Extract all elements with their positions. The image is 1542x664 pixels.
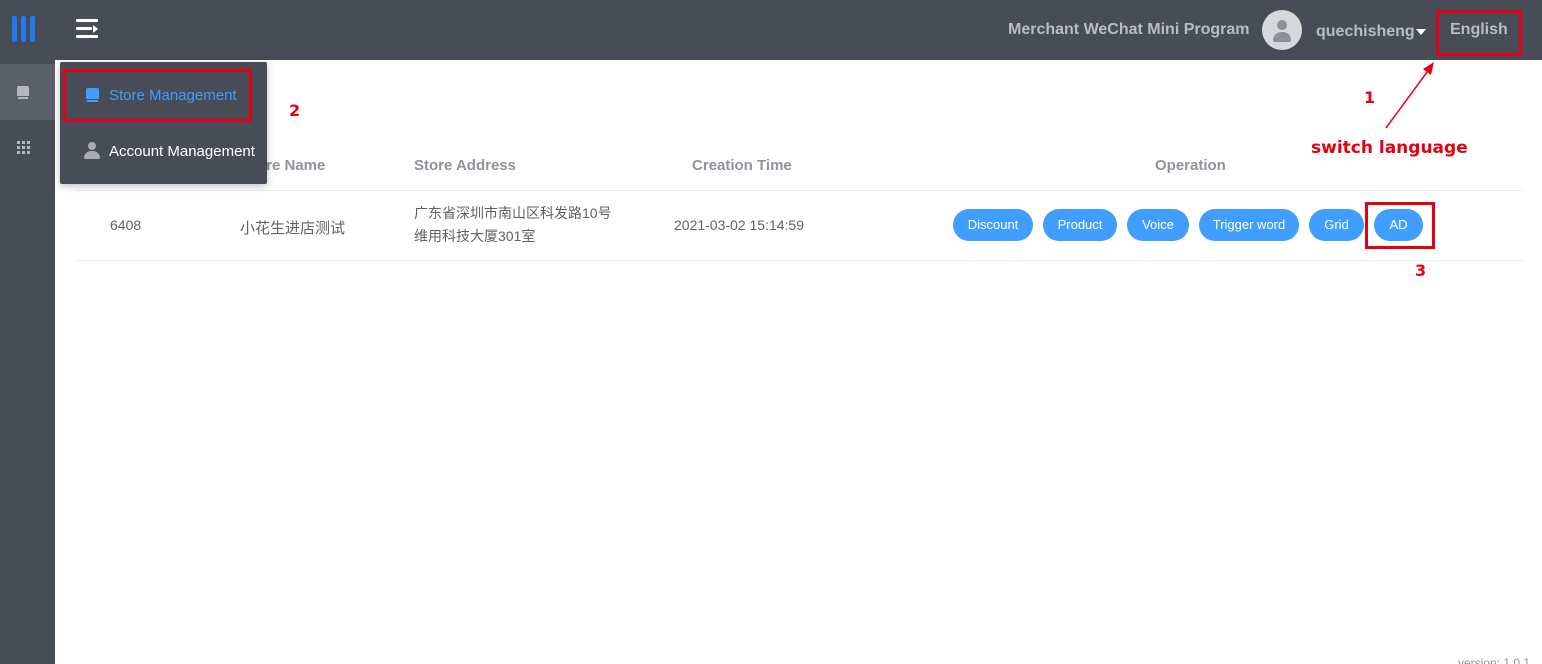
user-icon [84, 142, 100, 160]
annotation-step-3: 3 [1415, 261, 1427, 280]
annotation-box-ad [1365, 202, 1435, 249]
store-icon [17, 86, 29, 99]
annotation-box-store-management [63, 69, 252, 122]
store-address-line1: 广东省深圳市南山区科发路10号 [414, 205, 612, 221]
menu-item-label: Account Management [109, 143, 255, 160]
voice-button[interactable]: Voice [1127, 209, 1189, 241]
logo-icon [12, 16, 36, 42]
store-address-line2: 维用科技大厦301室 [414, 228, 536, 244]
column-header-store-address: Store Address [414, 157, 516, 174]
header-divider [75, 190, 1525, 191]
discount-button[interactable]: Discount [953, 209, 1033, 241]
sidebar-item-apps[interactable] [0, 120, 55, 176]
grid-icon [17, 141, 30, 154]
column-header-creation-time: Creation Time [692, 157, 792, 174]
avatar[interactable] [1262, 10, 1302, 50]
caret-down-icon[interactable] [1416, 29, 1426, 35]
annotation-step-1: 1 [1364, 88, 1376, 107]
app-title: Merchant WeChat Mini Program [1008, 21, 1250, 38]
trigger-word-button[interactable]: Trigger word [1199, 209, 1299, 241]
column-header-operation: Operation [1155, 157, 1226, 174]
column-header-store-name: ore Name [257, 157, 326, 174]
top-header: Merchant WeChat Mini Program quechisheng… [0, 0, 1542, 60]
username-dropdown[interactable]: quechisheng [1316, 23, 1415, 41]
creation-time: 2021-03-02 15:14:59 [674, 217, 804, 233]
store-name: 小花生进店测试 [240, 220, 346, 237]
product-button[interactable]: Product [1043, 209, 1117, 241]
menu-item-account-management[interactable]: Account Management [60, 130, 267, 174]
annotation-switch-language: switch language [1311, 138, 1468, 158]
version-label: version: 1.0.1 [1458, 656, 1531, 664]
annotation-box-language [1436, 10, 1522, 56]
annotation-arrow-icon [1385, 62, 1434, 129]
menu-toggle-icon[interactable] [76, 19, 98, 39]
sidebar [0, 60, 55, 664]
row-divider [75, 260, 1525, 261]
annotation-step-2: 2 [289, 101, 301, 120]
store-id: 6408 [110, 217, 142, 233]
grid-button[interactable]: Grid [1309, 209, 1364, 241]
sidebar-item-store[interactable] [0, 64, 55, 120]
